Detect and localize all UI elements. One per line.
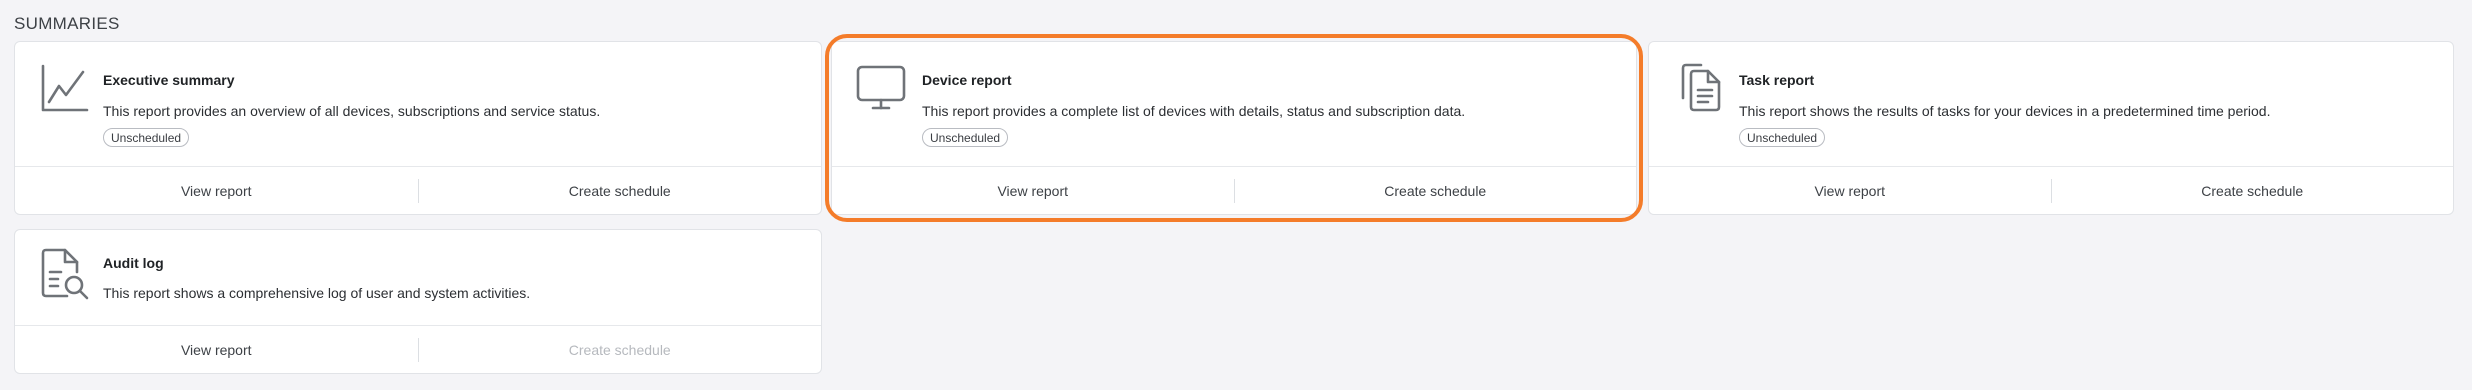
create-schedule-button[interactable]: Create schedule (2052, 183, 2454, 199)
report-card-device-report: Device report This report provides a com… (831, 41, 1637, 215)
view-report-button[interactable]: View report (1649, 183, 2051, 199)
monitor-icon (855, 62, 907, 114)
view-report-button[interactable]: View report (832, 183, 1234, 199)
document-search-icon (39, 248, 91, 300)
card-description: This report shows a comprehensive log of… (103, 285, 531, 301)
status-badge: Unscheduled (1739, 128, 1826, 147)
report-card-task-report: Task report This report shows the result… (1648, 41, 2454, 215)
status-badge: Unscheduled (103, 128, 190, 147)
create-schedule-button[interactable]: Create schedule (1235, 183, 1637, 199)
card-title: Device report (922, 72, 1012, 88)
line-chart-icon (39, 62, 91, 114)
card-footer: View report Create schedule (15, 166, 821, 214)
card-title: Executive summary (103, 72, 235, 88)
view-report-button[interactable]: View report (15, 183, 418, 199)
create-schedule-button: Create schedule (568, 341, 671, 358)
card-description: This report provides an overview of all … (103, 103, 601, 119)
card-footer: View report Create schedule (1649, 166, 2453, 214)
card-title: Audit log (103, 255, 164, 271)
section-title: SUMMARIES (14, 14, 120, 33)
card-footer: View report Create schedule (15, 325, 821, 373)
card-description: This report shows the results of tasks f… (1739, 103, 2271, 119)
report-card-executive-summary: Executive summary This report provides a… (14, 41, 822, 215)
card-footer: View report Create schedule (832, 166, 1636, 214)
create-schedule-button[interactable]: Create schedule (419, 183, 822, 199)
documents-icon (1675, 62, 1727, 114)
card-title: Task report (1739, 72, 1815, 88)
view-report-button[interactable]: View report (15, 342, 418, 358)
card-description: This report provides a complete list of … (922, 103, 1466, 119)
report-card-audit-log: Audit log This report shows a comprehens… (14, 229, 822, 374)
status-badge: Unscheduled (922, 128, 1009, 147)
